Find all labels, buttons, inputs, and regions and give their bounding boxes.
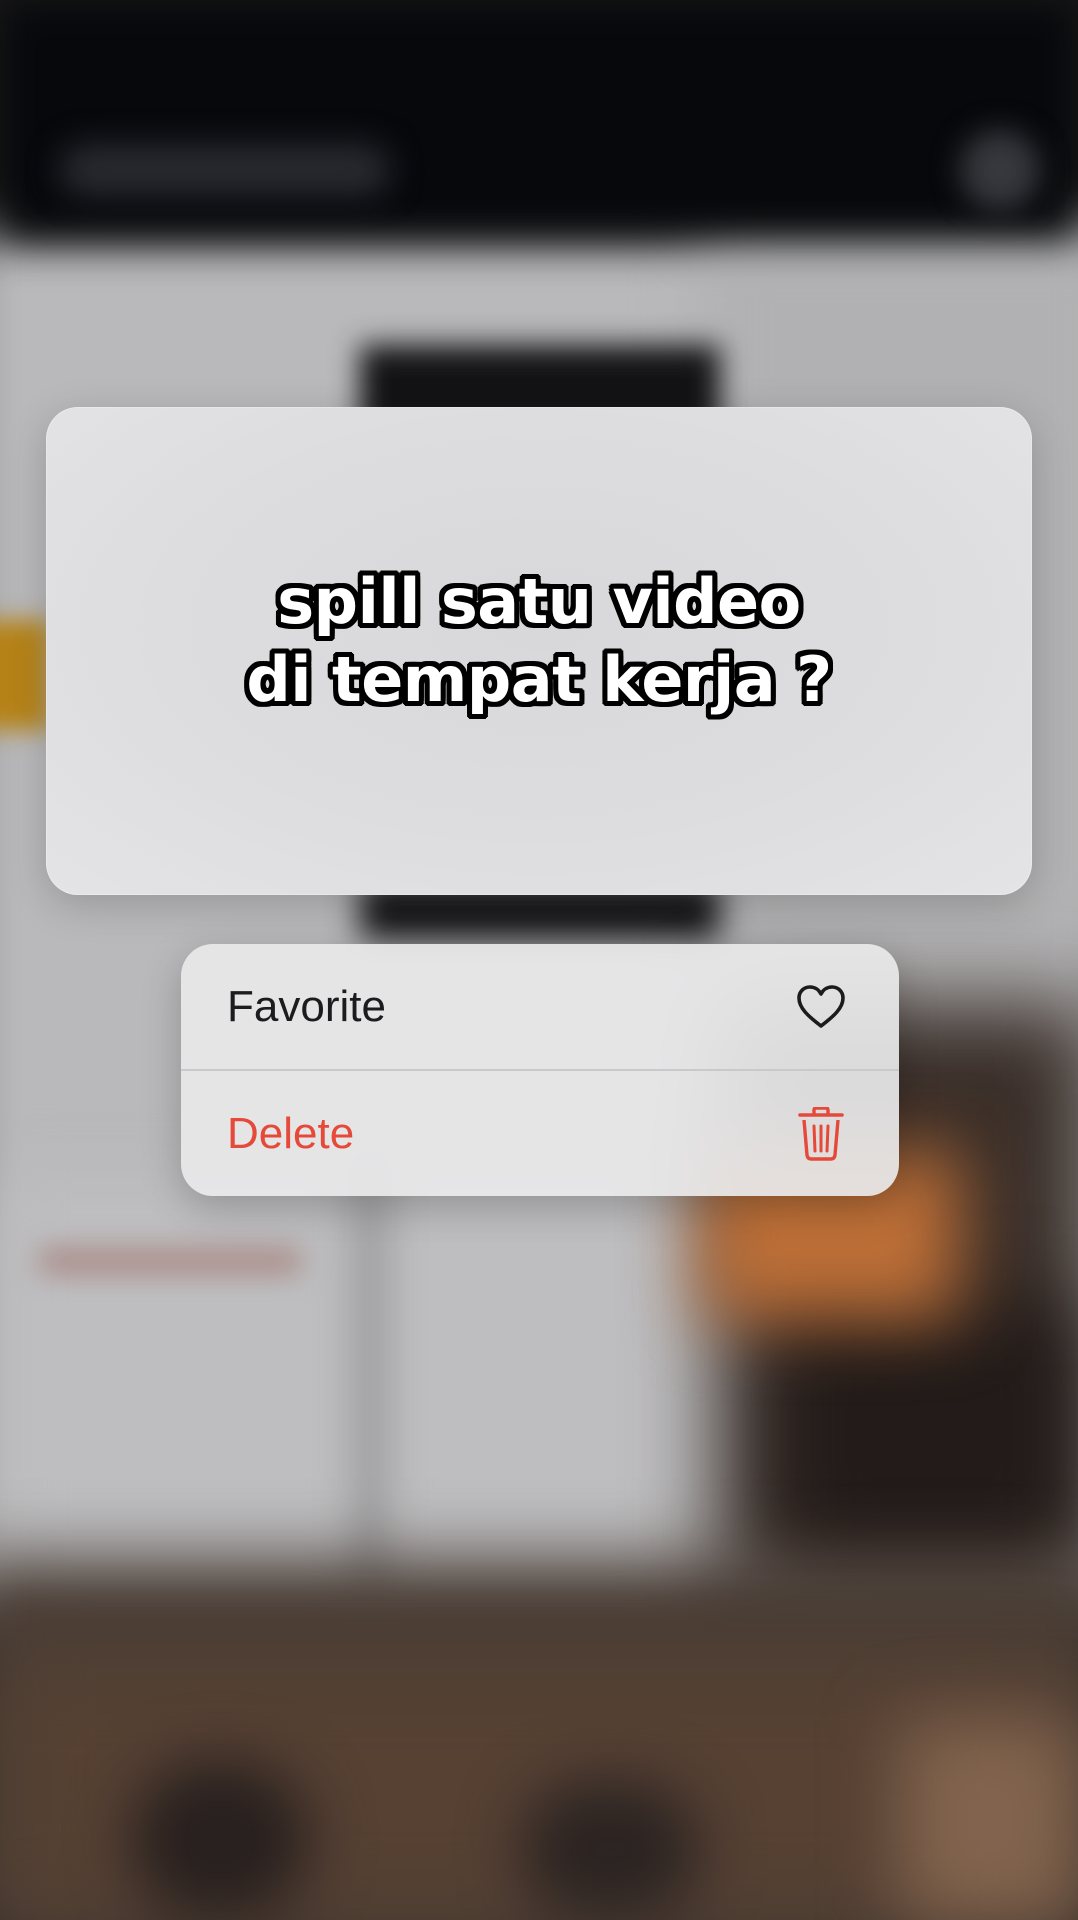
delete-menu-item[interactable]: Delete <box>181 1071 899 1196</box>
favorite-menu-item[interactable]: Favorite <box>181 944 899 1069</box>
video-preview-card[interactable]: spill satu video di tempat kerja ? <box>46 407 1032 895</box>
caption-line-2: di tempat kerja ? <box>246 643 832 716</box>
favorite-label: Favorite <box>227 981 386 1031</box>
video-caption: spill satu video di tempat kerja ? <box>246 563 832 719</box>
context-menu: Favorite Delete <box>181 944 899 1196</box>
trash-icon <box>795 1106 847 1161</box>
caption-line-1: spill satu video <box>277 565 801 638</box>
heart-icon <box>795 981 847 1033</box>
delete-label: Delete <box>227 1108 355 1158</box>
